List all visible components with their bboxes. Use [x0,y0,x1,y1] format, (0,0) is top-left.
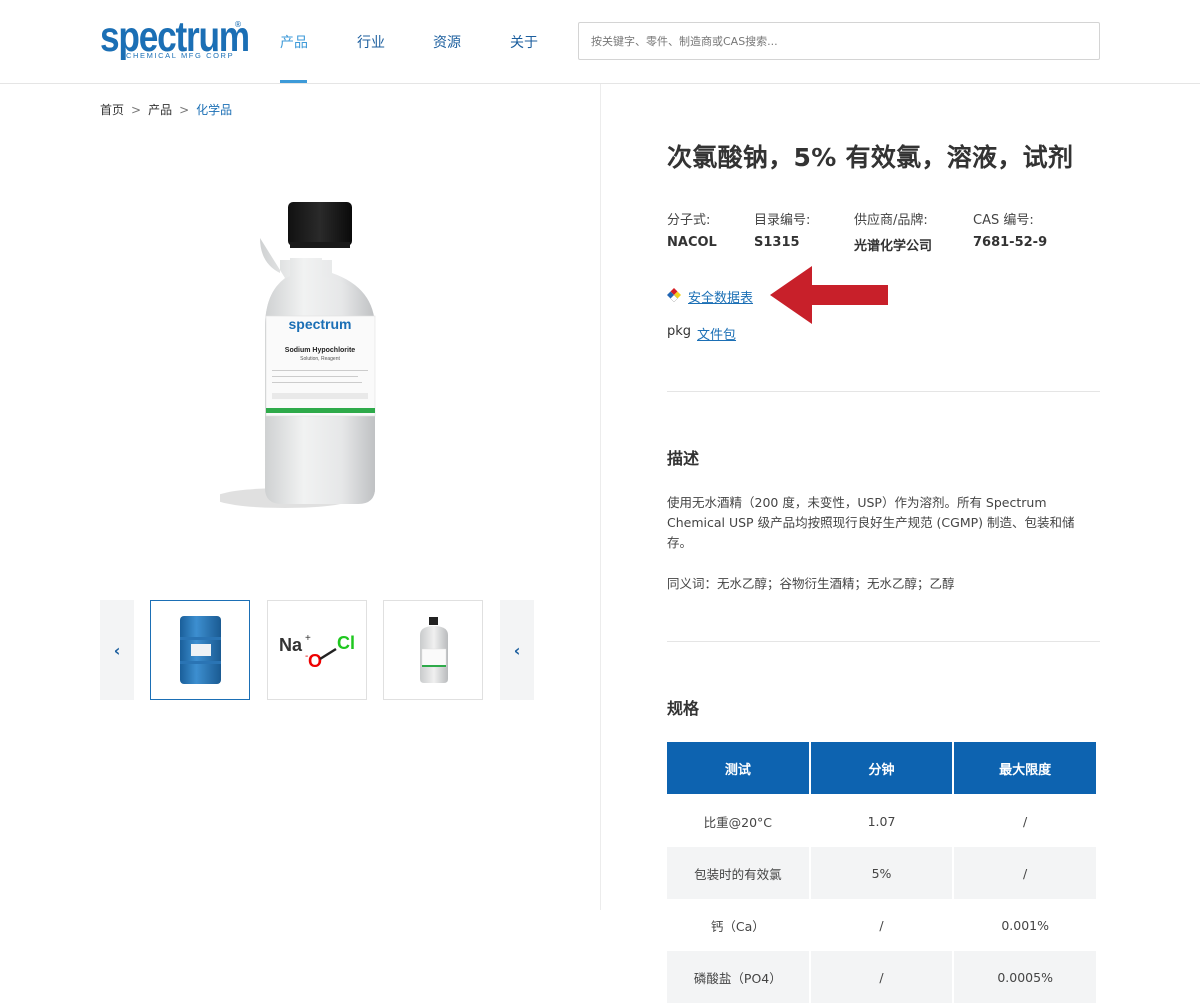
pkg-label: pkg [667,324,692,339]
specs-col-min: 分钟 [810,742,953,795]
table-cell: / [810,899,953,951]
breadcrumb-current: 化学品 [196,103,233,117]
synonyms-text: 同义词：无水乙醇；谷物衍生酒精；无水乙醇；乙醇 [667,576,955,591]
description-heading: 描述 [667,449,700,468]
jug-image [420,617,448,683]
logo-registered-mark: ® [234,20,242,29]
table-cell: 包装时的有效氯 [667,847,809,899]
table-row: 钙（Ca） / 0.001% [667,899,1096,951]
table-cell: / [954,795,1096,847]
chevron-icon: ‹ [513,640,521,660]
breadcrumb-products[interactable]: 产品 [148,103,172,117]
thumbnail-drum[interactable] [150,600,250,700]
specs-col-test: 测试 [667,742,809,795]
attr-catalog-value: S1315 [754,235,800,250]
table-cell: 0.001% [954,899,1096,951]
nav-resources[interactable]: 资源 [433,32,461,52]
bottle-label-brand: spectrum [288,316,351,332]
attr-supplier-label: 供应商/品牌: [854,213,928,228]
attr-supplier-value: 光谱化学公司 [854,239,933,254]
chevron-left-icon: ‹ [113,640,121,660]
specs-table: 测试 分钟 最大限度 比重@20°C 1.07 / 包装时的有效氯 5% / 钙… [665,742,1098,1003]
nav-about[interactable]: 关于 [510,32,538,52]
thumbnail-structure[interactable]: Na + - O Cl [267,600,367,700]
structure-cl: Cl [337,633,355,653]
product-main-image[interactable]: spectrum Sodium Hypochlorite Solution, R… [220,198,390,518]
table-cell: / [954,847,1096,899]
section-divider [667,641,1100,642]
table-cell: 5% [810,847,953,899]
breadcrumb-separator: > [131,103,142,117]
attr-cas-label: CAS 编号: [973,213,1034,228]
breadcrumb-separator: > [179,103,190,117]
site-header: spectrum ® CHEMICAL MFG CORP 产品 行业 资源 关于 [0,0,1200,84]
table-cell: 0.0005% [954,951,1096,1003]
thumbnail-jug[interactable] [383,600,483,700]
logo-subtitle: CHEMICAL MFG CORP [126,51,235,60]
specs-heading: 规格 [667,699,700,718]
attr-formula-value: NACOL [667,235,717,250]
structure-na: Na [279,635,303,655]
description-text: 使用无水酒精（200 度，未变性，USP）作为溶剂。所有 Spectrum Ch… [667,495,1075,550]
pkg-link[interactable]: 文件包 [697,324,736,343]
hazard-diamond-icon [667,288,681,302]
table-cell: 磷酸盐（PO4） [667,951,809,1003]
section-divider [667,391,1100,392]
bottle-label-sub: Solution, Reagent [300,356,340,362]
specs-col-max: 最大限度 [954,742,1096,795]
search-input[interactable] [578,22,1100,60]
table-row: 包装时的有效氯 5% / [667,847,1096,899]
thumbnail-next-button[interactable]: ‹ [500,600,534,700]
chemical-structure-image: Na + - O Cl [279,633,355,671]
table-cell: 比重@20°C [667,795,809,847]
specs-header-row: 测试 分钟 最大限度 [667,742,1096,795]
table-row: 磷酸盐（PO4） / 0.0005% [667,951,1096,1003]
structure-plus: + [305,633,311,644]
attr-formula-label: 分子式: [667,213,711,228]
drum-image [180,616,221,684]
attr-cas-value: 7681-52-9 [973,235,1048,250]
breadcrumb: 首页 > 产品 > 化学品 [100,101,232,118]
table-cell: / [810,951,953,1003]
nav-active-indicator [280,80,307,83]
column-divider [600,84,601,910]
spectrum-logo[interactable]: spectrum ® CHEMICAL MFG CORP [100,14,250,62]
nav-products[interactable]: 产品 [280,32,308,52]
red-arrow-annotation [770,266,888,324]
product-title: 次氯酸钠，5% 有效氯，溶液，试剂 [667,143,1074,172]
breadcrumb-home[interactable]: 首页 [100,103,124,117]
thumbnail-prev-button[interactable]: ‹ [100,600,134,700]
bottle-label-product: Sodium Hypochlorite [285,347,356,354]
sds-link[interactable]: 安全数据表 [688,287,753,306]
table-cell: 钙（Ca） [667,899,809,951]
nav-industries[interactable]: 行业 [357,32,385,52]
table-cell: 1.07 [810,795,953,847]
structure-o: O [308,651,322,671]
table-row: 比重@20°C 1.07 / [667,795,1096,847]
attr-catalog-label: 目录编号: [754,213,811,228]
